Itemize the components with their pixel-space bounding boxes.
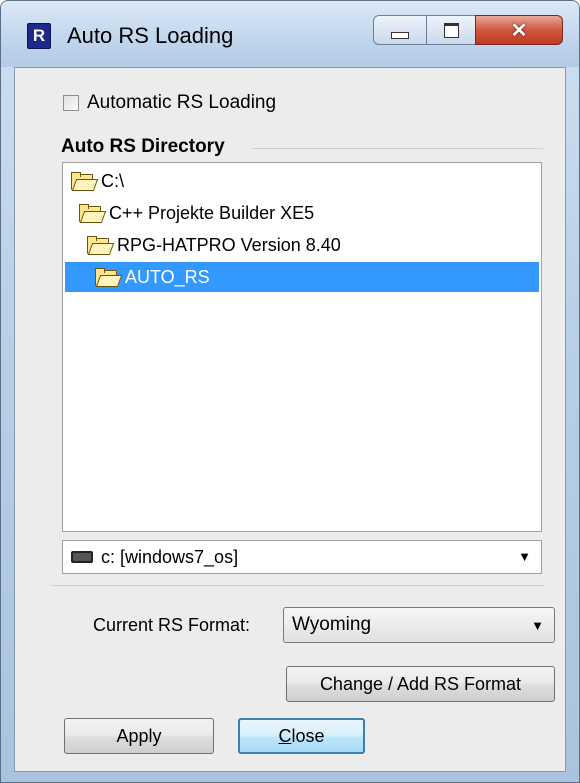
open-folder-icon — [79, 204, 107, 223]
close-button-label: Close — [278, 726, 324, 747]
close-icon: ✕ — [510, 19, 528, 42]
tree-item-label: AUTO_RS — [125, 266, 210, 287]
open-folder-icon — [95, 268, 123, 287]
window-title: Auto RS Loading — [67, 23, 234, 48]
rs-format-select[interactable]: Wyoming ▼ — [283, 607, 555, 643]
group-divider — [253, 148, 543, 149]
change-add-rs-format-label: Change / Add RS Format — [319, 673, 522, 694]
tree-item-rpg-hatpro[interactable]: RPG-HATPRO Version 8.40 — [87, 230, 347, 260]
tree-item-builder[interactable]: C++ Projekte Builder XE5 — [79, 198, 320, 228]
tree-item-label: RPG-HATPRO Version 8.40 — [117, 234, 341, 255]
automatic-rs-loading-checkbox[interactable] — [63, 95, 79, 111]
dialog-client-area: Automatic RS Loading Auto RS Directory C… — [14, 67, 566, 772]
current-rs-format-label: Current RS Format: — [93, 615, 251, 635]
change-add-rs-format-button[interactable]: Change / Add RS Format — [286, 666, 555, 702]
minimize-icon — [391, 31, 409, 39]
open-folder-icon — [71, 172, 99, 191]
close-window-button[interactable]: ✕ — [475, 15, 563, 45]
minimize-button[interactable] — [373, 15, 427, 45]
chevron-down-icon[interactable]: ▼ — [518, 549, 531, 564]
apply-button-label: Apply — [116, 725, 162, 746]
tree-item-label: C:\ — [101, 170, 125, 191]
maximize-button[interactable] — [426, 15, 476, 45]
tree-item-label: C++ Projekte Builder XE5 — [109, 202, 315, 223]
maximize-icon — [443, 22, 459, 38]
group-bottom-divider — [51, 585, 545, 586]
drive-select[interactable]: c: [windows7_os] ▼ — [62, 540, 542, 574]
close-button-mnemonic: C — [278, 725, 292, 746]
open-folder-icon — [87, 236, 115, 255]
drive-select-value: c: [windows7_os] — [101, 546, 239, 567]
chevron-down-icon[interactable]: ▼ — [531, 618, 544, 633]
automatic-rs-loading-option[interactable]: Automatic RS Loading — [63, 92, 276, 114]
directory-tree[interactable]: C:\ C++ Projekte Builder XE5 RPG-HATPRO … — [62, 162, 542, 532]
drive-icon — [71, 551, 93, 563]
apply-button[interactable]: Apply — [64, 718, 214, 754]
tree-item-root[interactable]: C:\ — [71, 166, 130, 196]
close-button-label-rest: lose — [291, 725, 325, 746]
tree-item-auto-rs[interactable]: AUTO_RS — [65, 262, 539, 292]
dialog-window: R Auto RS Loading ✕ Automatic RS Loading… — [0, 0, 580, 783]
close-button[interactable]: Close — [238, 718, 365, 754]
rs-format-value: Wyoming — [292, 614, 372, 635]
auto-rs-directory-group-label: Auto RS Directory — [61, 136, 225, 157]
app-icon[interactable]: R — [27, 23, 51, 49]
automatic-rs-loading-label[interactable]: Automatic RS Loading — [87, 92, 276, 114]
title-bar[interactable]: R Auto RS Loading ✕ — [1, 1, 579, 67]
